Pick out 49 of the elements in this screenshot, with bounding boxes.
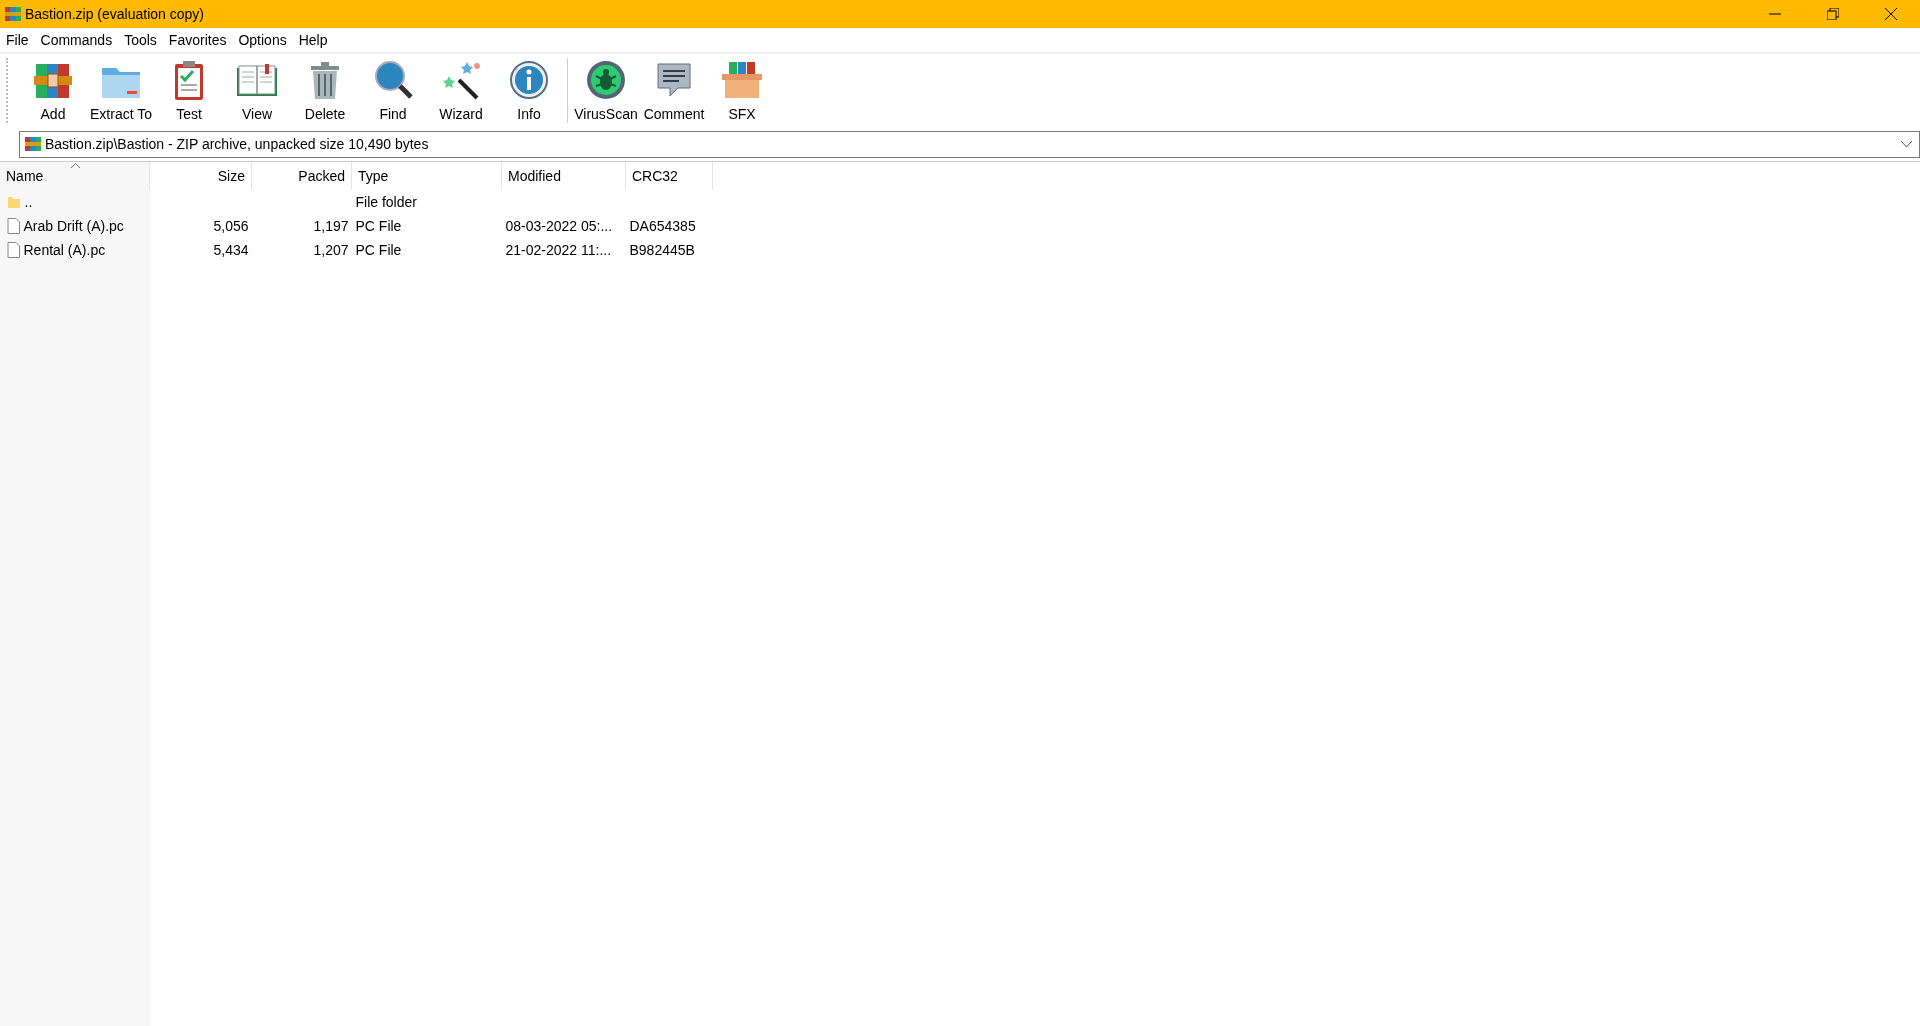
menu-item[interactable]: Commands	[34, 29, 119, 51]
toolbar-button[interactable]: SFX	[708, 54, 776, 127]
menu-item[interactable]: File	[0, 29, 35, 51]
bug-icon	[584, 58, 628, 102]
app-logo-icon	[3, 5, 22, 23]
toolbar-button[interactable]: Find	[359, 54, 427, 127]
window-title: Bastion.zip (evaluation copy)	[25, 4, 204, 24]
table-cell: PC File	[355, 218, 402, 234]
file-icon	[7, 242, 20, 258]
file-name[interactable]: Rental (A).pc	[23, 238, 106, 262]
toolbar-button[interactable]: Wizard	[427, 54, 495, 127]
column-header[interactable]: Size	[150, 162, 252, 190]
column-header[interactable]: CRC32	[626, 162, 713, 190]
menu-item[interactable]: Help	[292, 29, 334, 51]
toolbar-button[interactable]: Comment	[640, 54, 708, 127]
toolbar-button[interactable]: Test	[155, 54, 223, 127]
table-cell: B982445B	[629, 242, 695, 258]
menu-item[interactable]: Tools	[118, 29, 163, 51]
table-cell: 21-02-2022 11:...	[505, 242, 612, 258]
toolbar-button[interactable]: Extract To	[87, 54, 155, 127]
folder-icon	[7, 195, 21, 209]
table-cell: 1,197	[313, 218, 349, 234]
column-header[interactable]: Name	[0, 162, 150, 190]
table-cell: File folder	[355, 194, 417, 210]
toolbar-button[interactable]: Delete	[291, 54, 359, 127]
column-header[interactable]: Packed	[252, 162, 352, 190]
app-logo-icon	[23, 135, 42, 153]
info-icon	[507, 58, 551, 102]
toolbar-button[interactable]: Info	[495, 54, 563, 127]
file-icon	[7, 218, 20, 234]
table-cell: PC File	[355, 242, 402, 258]
file-name[interactable]: ..	[24, 190, 33, 214]
table-cell: 08-03-2022 05:...	[505, 218, 613, 234]
toolbar-button[interactable]: View	[223, 54, 291, 127]
column-header[interactable]: Modified	[502, 162, 626, 190]
close-icon	[1885, 8, 1897, 20]
restore-icon	[1827, 8, 1839, 20]
address-field[interactable]: Bastion.zip\Bastion - ZIP archive, unpacked size 10,490 bytes	[19, 130, 1920, 158]
column-header[interactable]: Type	[352, 162, 502, 190]
table-cell: 5,434	[213, 242, 249, 258]
menu-item[interactable]: Options	[232, 29, 293, 51]
toolbar-button[interactable]: VirusScan	[572, 54, 640, 127]
table-cell: 5,056	[213, 218, 249, 234]
table-cell: 1,207	[313, 242, 349, 258]
dropdown-icon[interactable]	[1901, 140, 1912, 148]
table-cell: DA654385	[629, 218, 696, 234]
file-name[interactable]: Arab Drift (A).pc	[23, 214, 124, 238]
menu-item[interactable]: Favorites	[162, 29, 233, 51]
toolbar-button[interactable]: Add	[19, 54, 87, 127]
